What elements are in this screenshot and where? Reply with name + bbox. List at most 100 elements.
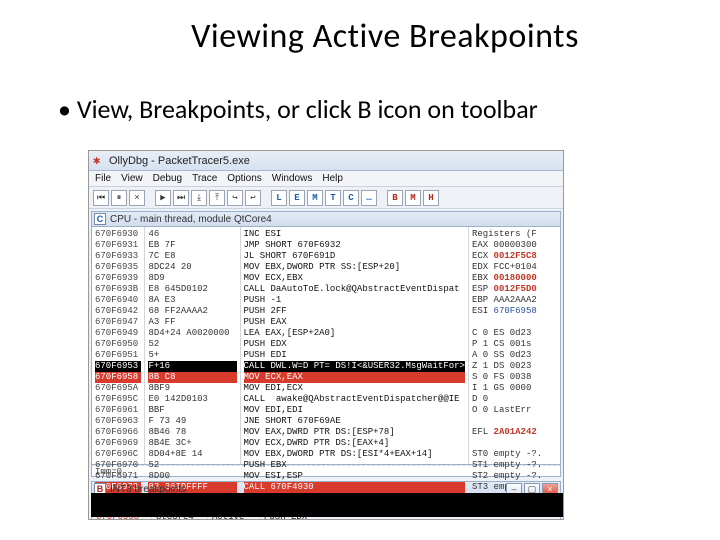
tb-traceover-icon[interactable]: ↩ — [245, 190, 261, 206]
bytes-cell[interactable]: A3 FF — [148, 317, 236, 328]
addr-cell[interactable]: 670F6939 — [95, 273, 141, 284]
asm-cell[interactable]: CALL DaAutoToE.lock@QAbstractEventDispat — [244, 284, 465, 295]
menu-windows[interactable]: Windows — [272, 173, 313, 184]
addr-cell[interactable]: 670F6940 — [95, 295, 141, 306]
bytes-cell[interactable]: E8 645D0102 — [148, 284, 236, 295]
menu-help[interactable]: Help — [322, 173, 343, 184]
asm-cell[interactable]: JL SHORT 670F691D — [244, 251, 465, 262]
tb-pause-icon[interactable]: ⏸ — [111, 190, 127, 206]
bytes-cell[interactable]: 52 — [148, 339, 236, 350]
asm-cell[interactable]: CALL awake@QAbstractEventDispatcher@@IE — [244, 394, 465, 405]
tb-close-icon[interactable]: × — [129, 190, 145, 206]
asm-cell[interactable]: MOV EBX,DWORD PTR SS:[ESP+20] — [244, 262, 465, 273]
asm-cell[interactable]: MOV ESI,ESP — [244, 471, 465, 482]
addr-cell[interactable]: 670F6951 — [95, 350, 141, 361]
reg-row[interactable]: ESI 670F6958 — [472, 306, 557, 317]
cpu-titlebar[interactable]: C CPU - main thread, module QtCore4 — [91, 211, 561, 227]
addr-cell[interactable]: 670F6935 — [95, 262, 141, 273]
asm-cell[interactable]: PUSH EDX — [244, 339, 465, 350]
bytes-cell[interactable]: 52 — [148, 460, 236, 471]
asm-cell[interactable]: MOV EDI,EDI — [244, 405, 465, 416]
asm-cell[interactable]: MOV ECX,EAX — [244, 372, 465, 383]
reg-row[interactable]: Z 1 DS 0023 — [472, 361, 557, 372]
reg-row[interactable]: ESP 0012F5D0 — [472, 284, 557, 295]
addr-cell[interactable]: 670F6961 — [95, 405, 141, 416]
bytes-cell[interactable]: 8B C8 — [148, 372, 236, 383]
tb-mem-button[interactable]: M — [307, 190, 323, 206]
reg-row[interactable]: EBX 00180000 — [472, 273, 557, 284]
reg-row[interactable]: I 1 GS 0000 — [472, 383, 557, 394]
reg-row[interactable]: ST1 empty -?. — [472, 460, 557, 471]
addr-cell[interactable]: 670F6942 — [95, 306, 141, 317]
bytes-cell[interactable]: 46 — [148, 229, 236, 240]
addr-cell[interactable]: 670F6950 — [95, 339, 141, 350]
tb-handles-button[interactable]: H — [423, 190, 439, 206]
registers-pane[interactable]: Registers (FEAX 00000300ECX 0012F5C8EDX … — [469, 227, 560, 464]
asm-cell[interactable]: LEA EAX,[ESP+2A0] — [244, 328, 465, 339]
tb-cpu-button[interactable]: C — [343, 190, 359, 206]
asm-cell[interactable]: PUSH 2FF — [244, 306, 465, 317]
reg-row[interactable]: A 0 SS 0d23 — [472, 350, 557, 361]
asm-cell[interactable]: MOV EBX,DWORD PTR DS:[ESI*4+EAX+14] — [244, 449, 465, 460]
tb-modules-button[interactable]: M — [405, 190, 421, 206]
reg-row[interactable]: S 0 FS 0038 — [472, 372, 557, 383]
addr-cell[interactable]: 670F6931 — [95, 240, 141, 251]
bytes-cell[interactable]: 8A E3 — [148, 295, 236, 306]
asm-cell[interactable]: PUSH EDI — [244, 350, 465, 361]
bytes-cell[interactable]: F+16 — [148, 361, 236, 372]
bytes-cell[interactable]: 8B4E 3C+ — [148, 438, 236, 449]
reg-row[interactable] — [472, 416, 557, 427]
address-column[interactable]: 670F6930670F6931670F6933670F6935670F6939… — [92, 227, 145, 464]
asm-cell[interactable]: CALL DWL.W=D PT= DS!I<&USER32.MsgWaitFor… — [244, 361, 465, 372]
reg-row[interactable]: EFL 2A01A242 — [472, 427, 557, 438]
reg-row[interactable]: D 0 — [472, 394, 557, 405]
reg-row[interactable]: ST2 empty -?. — [472, 471, 557, 482]
bytes-cell[interactable]: 5+ — [148, 350, 236, 361]
tb-more-button[interactable]: … — [361, 190, 377, 206]
tb-threads-button[interactable]: T — [325, 190, 341, 206]
reg-row[interactable]: ECX 0012F5C8 — [472, 251, 557, 262]
addr-cell[interactable]: 670F693B — [95, 284, 141, 295]
addr-cell[interactable]: 670F695A — [95, 383, 141, 394]
reg-row[interactable]: EAX 00000300 — [472, 240, 557, 251]
bytes-cell[interactable]: BBF — [148, 405, 236, 416]
reg-row[interactable]: O 0 LastErr — [472, 405, 557, 416]
addr-cell[interactable]: 670F696C — [95, 449, 141, 460]
menu-options[interactable]: Options — [227, 173, 261, 184]
bytes-cell[interactable]: 68 FF2AAAA2 — [148, 306, 236, 317]
asm-cell[interactable]: CALL 670F4930 — [244, 482, 465, 493]
reg-row[interactable] — [472, 438, 557, 449]
asm-cell[interactable]: JMP SHORT 670F6932 — [244, 240, 465, 251]
window-titlebar[interactable]: ✱ OllyDbg - PacketTracer5.exe — [89, 151, 563, 171]
addr-cell[interactable]: 670F6958 — [95, 372, 141, 383]
tb-restart-icon[interactable]: ⏮ — [93, 190, 109, 206]
tb-stepover-icon[interactable]: ⏭ — [173, 190, 189, 206]
tb-exec-button[interactable]: E — [289, 190, 305, 206]
bytes-cell[interactable]: 8B46 78 — [148, 427, 236, 438]
bytes-column[interactable]: 46EB 7F7C E88DC24 208D9E8 645D01028A E36… — [145, 227, 240, 464]
bytes-cell[interactable]: 8D04+8E 14 — [148, 449, 236, 460]
asm-cell[interactable]: PUSH EAX — [244, 317, 465, 328]
reg-row[interactable] — [472, 317, 557, 328]
addr-cell[interactable]: 670F6947 — [95, 317, 141, 328]
asm-cell[interactable]: PUSH EBX — [244, 460, 465, 471]
bytes-cell[interactable]: F 73 49 — [148, 416, 236, 427]
addr-cell[interactable]: 670F6969 — [95, 438, 141, 449]
bytes-cell[interactable]: E0 142D0103 — [148, 394, 236, 405]
addr-cell[interactable]: 670F6949 — [95, 328, 141, 339]
reg-row[interactable]: ST0 empty -?. — [472, 449, 557, 460]
bytes-cell[interactable]: 8D4+24 A0020000 — [148, 328, 236, 339]
bytes-cell[interactable]: 8D00 — [148, 471, 236, 482]
reg-row[interactable]: EBP AAA2AAA2 — [472, 295, 557, 306]
tb-breakpoints-button[interactable]: B — [387, 190, 403, 206]
reg-row[interactable]: EDX FCC+0104 — [472, 262, 557, 273]
bytes-cell[interactable]: 7C E8 — [148, 251, 236, 262]
stack-strip[interactable]: 001300130013001300130013001300130312 — [563, 151, 564, 519]
menu-file[interactable]: File — [95, 173, 111, 184]
addr-cell[interactable]: 670F6930 — [95, 229, 141, 240]
reg-row[interactable]: C 0 ES 0d23 — [472, 328, 557, 339]
asm-cell[interactable]: JNE SHORT 670F69AE — [244, 416, 465, 427]
bytes-cell[interactable]: 8DC24 20 — [148, 262, 236, 273]
bytes-cell[interactable]: EB 7F — [148, 240, 236, 251]
menu-trace[interactable]: Trace — [192, 173, 217, 184]
